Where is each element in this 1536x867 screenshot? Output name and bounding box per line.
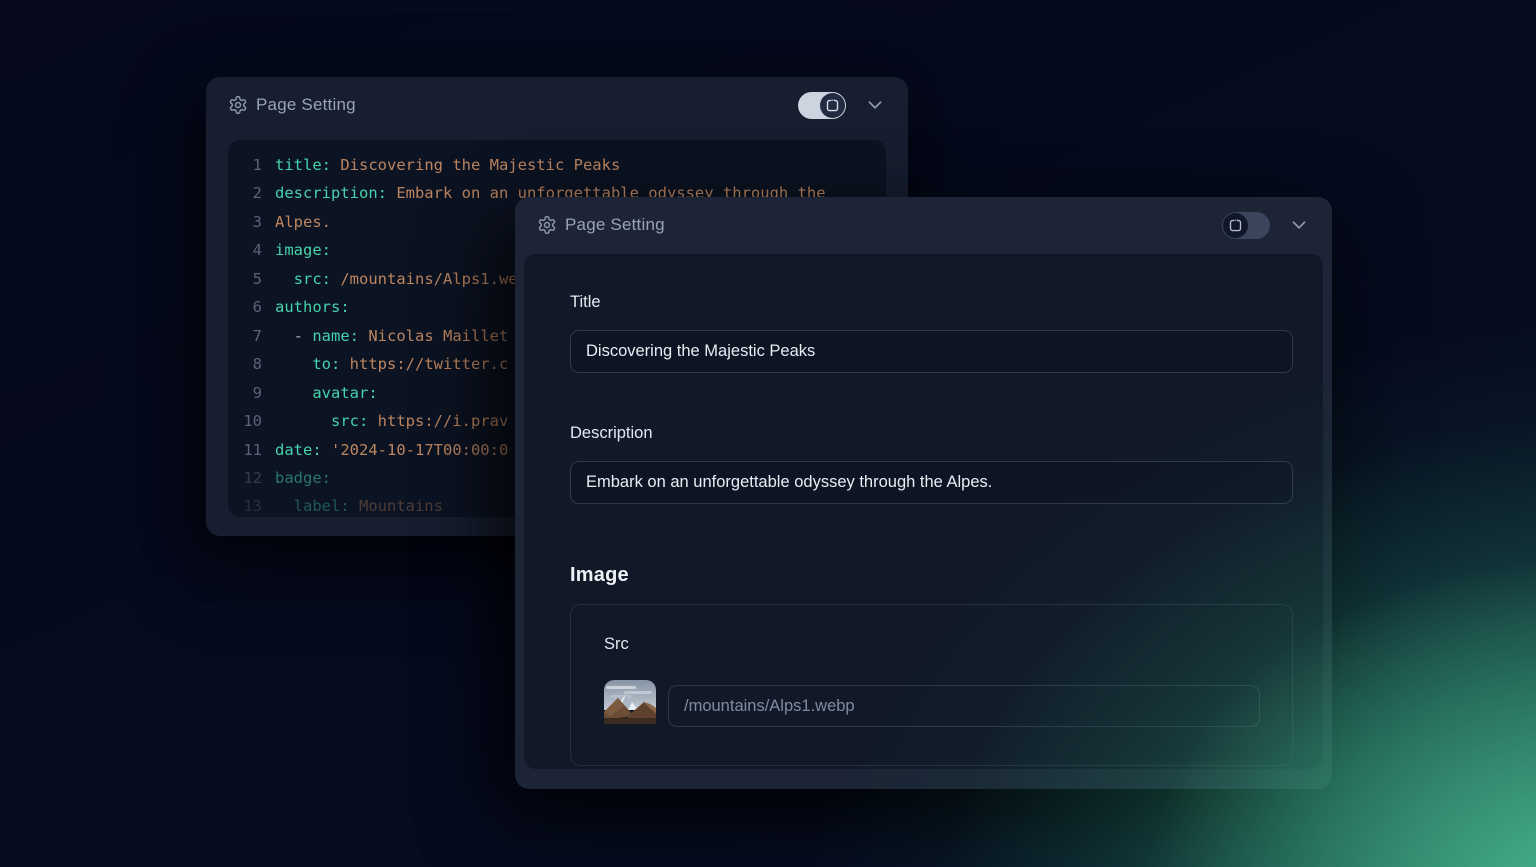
line-number: 5 — [236, 265, 262, 293]
yaml-toggle-back[interactable] — [798, 92, 846, 119]
line-number: 4 — [236, 236, 262, 264]
chevron-down-icon[interactable] — [1288, 214, 1310, 236]
line-number: 8 — [236, 350, 262, 378]
line-number: 10 — [236, 407, 262, 435]
mountain-photo-thumbnail[interactable] — [604, 680, 656, 732]
description-label: Description — [570, 424, 653, 443]
code-line: authors: — [275, 293, 350, 321]
line-number: 12 — [236, 464, 262, 492]
title-label: Title — [570, 293, 601, 312]
line-number: 2 — [236, 179, 262, 207]
image-field-group: Src — [570, 604, 1293, 766]
code-line: image: — [275, 236, 331, 264]
title-input[interactable] — [570, 330, 1293, 373]
code-line: title: Discovering the Majestic Peaks — [275, 151, 620, 179]
code-line: date: '2024-10-17T00:00:0 — [275, 436, 508, 464]
form-panel-header: Page Setting — [515, 197, 1332, 253]
image-src-input[interactable] — [668, 685, 1260, 727]
code-line: avatar: — [275, 379, 378, 407]
page-setting-form: Title Description Image Src — [524, 254, 1323, 769]
description-input[interactable] — [570, 461, 1293, 504]
gear-icon — [537, 215, 557, 235]
code-line: - name: Nicolas Maillet — [275, 322, 508, 350]
toggle-knob — [1223, 213, 1248, 238]
gear-icon — [228, 95, 248, 115]
line-number: 1 — [236, 151, 262, 179]
code-line: Alpes. — [275, 208, 331, 236]
panel-title: Page Setting — [256, 95, 356, 115]
chevron-down-icon[interactable] — [864, 94, 886, 116]
code-line: to: https://twitter.c — [275, 350, 508, 378]
image-section-heading: Image — [570, 564, 629, 587]
code-line: badge: — [275, 464, 331, 492]
mountain-photo — [604, 680, 656, 732]
yaml-toggle-front[interactable] — [1222, 212, 1270, 239]
code-toggle-icon — [825, 98, 840, 113]
code-line: src: https://i.prav — [275, 407, 508, 435]
panel-title: Page Setting — [565, 215, 665, 235]
src-label: Src — [604, 635, 629, 654]
line-number: 9 — [236, 379, 262, 407]
line-number: 6 — [236, 293, 262, 321]
line-number: 11 — [236, 436, 262, 464]
page-setting-form-panel: Page Setting Title Description — [515, 197, 1332, 789]
toggle-knob — [820, 93, 845, 118]
code-line: label: Mountains — [275, 492, 443, 517]
line-number: 7 — [236, 322, 262, 350]
editor-panel-header: Page Setting — [206, 77, 908, 133]
code-line: src: /mountains/Alps1.webp — [275, 265, 536, 293]
page-background: Page Setting 1 title: Discovering the Maj… — [0, 0, 1536, 867]
code-row: 1 title: Discovering the Majestic Peaks — [236, 151, 886, 179]
code-toggle-icon — [1228, 218, 1243, 233]
line-number: 13 — [236, 492, 262, 517]
line-number: 3 — [236, 208, 262, 236]
